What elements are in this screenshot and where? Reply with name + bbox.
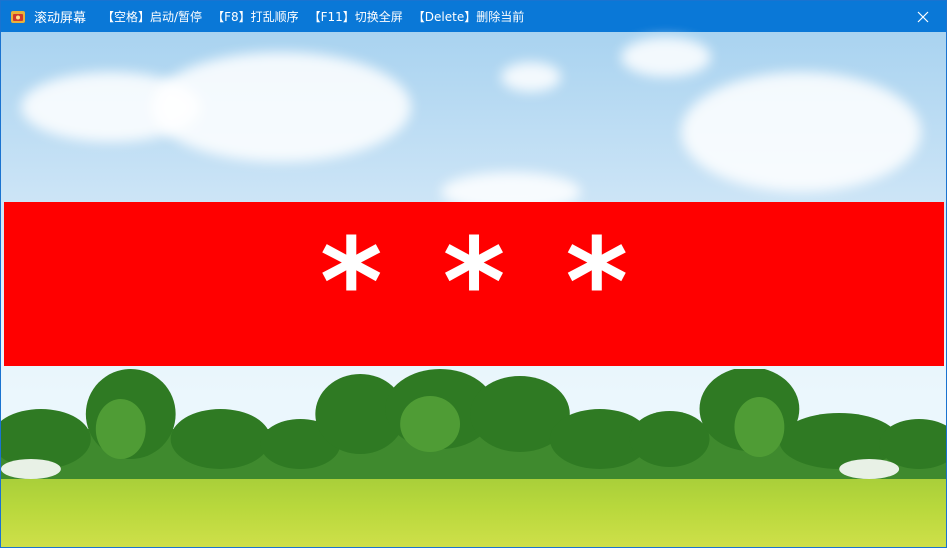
hint-delete: 【Delete】删除当前: [412, 10, 525, 24]
banner-text: ***: [319, 214, 689, 353]
hint-f11: 【F11】切换全屏: [308, 10, 403, 24]
close-icon: [917, 11, 929, 22]
cloud: [151, 52, 411, 162]
tree-line: [1, 369, 946, 489]
cloud: [621, 37, 711, 77]
window-title: 滚动屏幕: [34, 11, 87, 26]
hint-f8: 【F8】打乱顺序: [212, 10, 299, 24]
app-window: 滚动屏幕 【空格】启动/暂停 【F8】打乱顺序 【F11】切换全屏 【Delet…: [0, 0, 947, 548]
hint-space: 【空格】启动/暂停: [102, 10, 203, 24]
title-bar[interactable]: 滚动屏幕 【空格】启动/暂停 【F8】打乱顺序 【F11】切换全屏 【Delet…: [1, 1, 946, 32]
grass-field: [1, 479, 946, 547]
app-icon: [10, 9, 26, 25]
cloud: [681, 72, 921, 192]
scroll-banner[interactable]: ***: [4, 202, 944, 366]
close-button[interactable]: [900, 1, 946, 32]
cloud: [501, 62, 561, 92]
